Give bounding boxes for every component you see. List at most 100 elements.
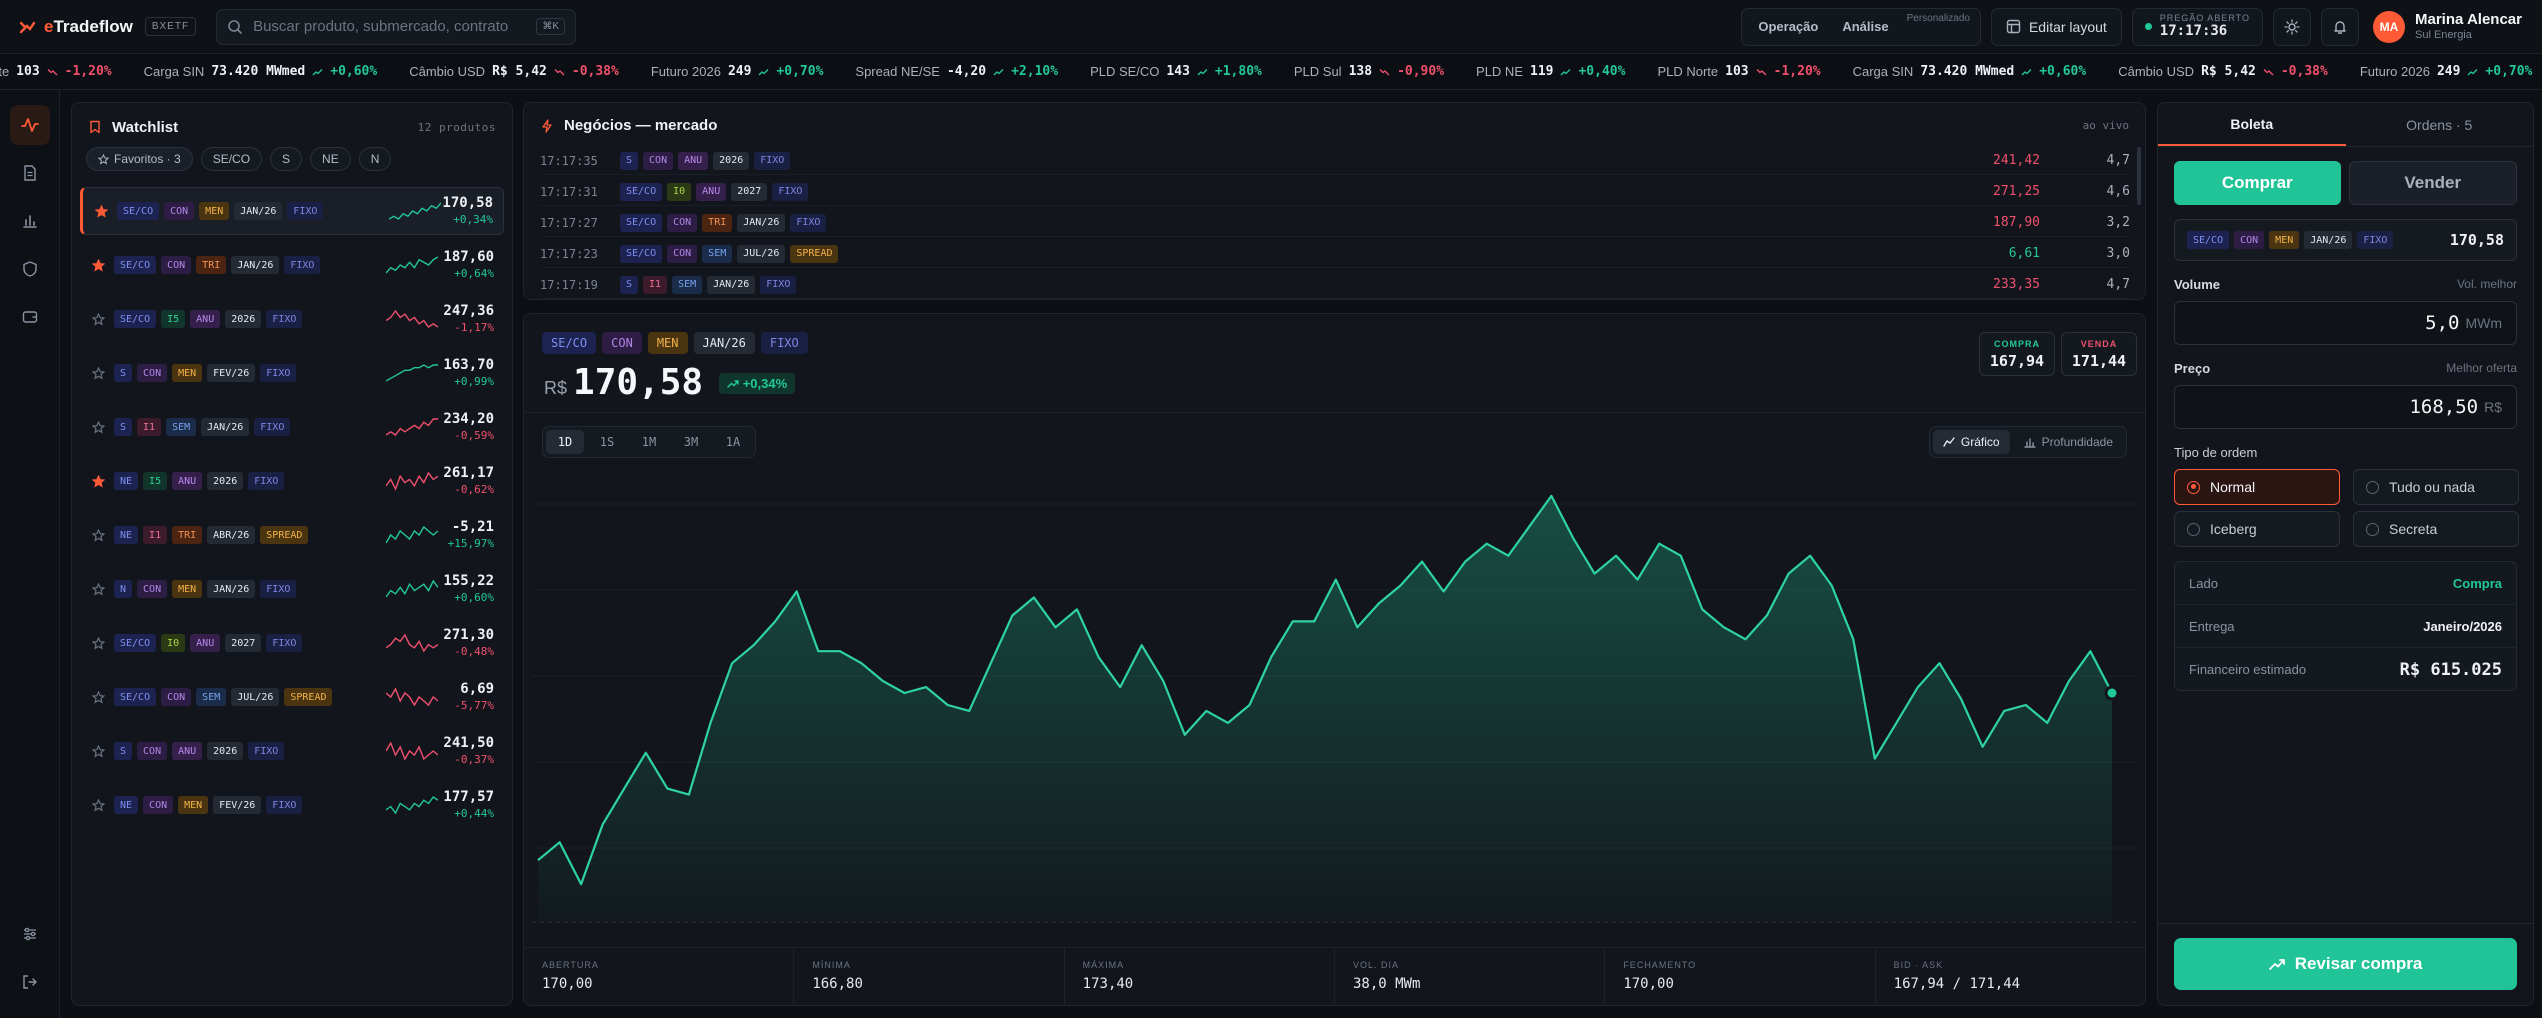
favorite-toggle[interactable]	[92, 474, 106, 488]
price-chart[interactable]	[532, 474, 2138, 934]
watchlist-row[interactable]: N CON MEN JAN/26 FIXO 155,22 +0,60%	[80, 565, 504, 613]
rail-reports[interactable]	[10, 201, 50, 241]
favorite-toggle[interactable]	[92, 528, 106, 542]
review-order-button[interactable]: Revisar compra	[2174, 938, 2517, 990]
favorite-toggle[interactable]	[92, 366, 106, 380]
watchlist-filter[interactable]: NE	[310, 147, 351, 171]
favorite-toggle[interactable]	[92, 744, 106, 758]
watchlist-row[interactable]: SE/CO CON MEN JAN/26 FIXO 170,58 +0,34%	[80, 187, 504, 235]
rail-risk[interactable]	[10, 249, 50, 289]
ticker-item[interactable]: Spread NE/SE -4,20 +2,10%	[855, 64, 1058, 79]
trade-row[interactable]: 17:17:35 S CON ANU 2026 FIXO 241,42 4,7	[540, 147, 2130, 175]
edit-layout-button[interactable]: Editar layout	[1990, 7, 2122, 46]
order-type-secreta[interactable]: Secreta	[2353, 511, 2519, 547]
order-type-iceberg[interactable]: Iceberg	[2174, 511, 2340, 547]
order-type-tudo-ou-nada[interactable]: Tudo ou nada	[2353, 469, 2519, 505]
favorite-toggle[interactable]	[92, 312, 106, 326]
trade-row[interactable]: 17:17:31 SE/CO I0 ANU 2027 FIXO 271,25 4,6	[540, 178, 2130, 206]
tab-boleta[interactable]: Boleta	[2158, 103, 2346, 146]
watchlist-row[interactable]: S I1 SEM JAN/26 FIXO 234,20 -0,59%	[80, 403, 504, 451]
watchlist-filter[interactable]: Favoritos · 3	[86, 147, 193, 171]
theme-toggle-button[interactable]	[2273, 7, 2311, 46]
favorite-toggle[interactable]	[95, 204, 109, 218]
ticker-item[interactable]: rte 103 -1,20%	[0, 64, 112, 79]
buy-quote[interactable]: COMPRA 167,94	[1979, 332, 2055, 376]
watchlist-row[interactable]: SE/CO CON SEM JUL/26 SPREAD 6,69 -5,77%	[80, 673, 504, 721]
ticker-item[interactable]: PLD SE/CO 143 +1,80%	[1090, 64, 1262, 79]
ticket-instrument[interactable]: SE/CO CON MEN JAN/26 FIXO 170,58	[2174, 219, 2517, 261]
watchlist-row[interactable]: SE/CO I0 ANU 2027 FIXO 271,30 -0,48%	[80, 619, 504, 667]
favorite-toggle[interactable]	[92, 420, 106, 434]
trade-row[interactable]: 17:17:19 S I1 SEM JAN/26 FIXO 233,35 4,7	[540, 271, 2130, 299]
watchlist-row[interactable]: NE I1 TRI ABR/26 SPREAD -5,21 +15,97%	[80, 511, 504, 559]
sell-quote[interactable]: VENDA 171,44	[2061, 332, 2137, 376]
watchlist-filter[interactable]: S	[270, 147, 303, 171]
trade-row[interactable]: 17:17:23 SE/CO CON SEM JUL/26 SPREAD 6,61 3,0	[540, 240, 2130, 268]
watchlist-row[interactable]: S CON ANU 2026 FIXO 241,50 -0,37%	[80, 727, 504, 775]
watchlist-filter[interactable]: N	[358, 147, 392, 171]
watchlist-filter-label: N	[370, 152, 380, 166]
watchlist-row[interactable]: NE CON MEN FEV/26 FIXO 177,57 +0,44%	[80, 781, 504, 829]
mode-operacao[interactable]: Operação	[1748, 13, 1828, 41]
ticker-item[interactable]: PLD Sul 138 -0,90%	[1294, 64, 1444, 79]
ticker-item[interactable]: Futuro 2026 249 +0,70%	[651, 64, 824, 79]
range-1m[interactable]: 1M	[630, 430, 668, 454]
watchlist-row[interactable]: S CON MEN FEV/26 FIXO 163,70 +0,99%	[80, 349, 504, 397]
trades-scrollbar[interactable]	[2137, 147, 2141, 205]
ticker-item[interactable]: Câmbio USD R$ 5,42 -0,38%	[409, 64, 619, 79]
range-3m[interactable]: 3M	[672, 430, 710, 454]
price-field[interactable]: R$	[2174, 385, 2517, 429]
rail-logout[interactable]	[10, 962, 50, 1002]
view-depth-button[interactable]: Profundidade	[2014, 430, 2123, 454]
product-quote: 241,50 -0,37%	[443, 735, 494, 766]
watchlist-row[interactable]: NE I5 ANU 2026 FIXO 261,17 -0,62%	[80, 457, 504, 505]
ticker-item[interactable]: Carga SIN 73.420 MWmed +0,60%	[144, 64, 378, 79]
watchlist-filter[interactable]: SE/CO	[200, 147, 263, 171]
tab-ordens[interactable]: Ordens · 5	[2346, 103, 2534, 146]
volume-input[interactable]	[2259, 312, 2460, 334]
mode-analise[interactable]: Análise	[1832, 13, 1898, 41]
rail-settings[interactable]	[10, 914, 50, 954]
price-input[interactable]	[2278, 396, 2479, 418]
user-menu[interactable]: MA Marina Alencar Sul Energia	[2373, 10, 2522, 43]
buy-side-button[interactable]: Comprar	[2174, 161, 2341, 205]
sparkline	[386, 525, 438, 544]
ticker-item[interactable]: Câmbio USD R$ 5,42 -0,38%	[2118, 64, 2328, 79]
search-input[interactable]	[253, 18, 527, 35]
notifications-button[interactable]	[2321, 7, 2359, 46]
order-type-normal[interactable]: Normal	[2174, 469, 2340, 505]
ticker-item[interactable]: PLD NE 119 +0,40%	[1476, 64, 1625, 79]
product-price: 261,17	[443, 465, 494, 482]
stat-cell: MÁXIMA 173,40	[1065, 948, 1335, 1005]
ticker-item[interactable]: Carga SIN 73.420 MWmed +0,60%	[1853, 64, 2087, 79]
brand[interactable]: eTradeflow BXETF	[18, 17, 197, 37]
favorite-toggle[interactable]	[92, 258, 106, 272]
watchlist-count: 12 produtos	[417, 120, 496, 134]
ticker-item[interactable]: PLD Norte 103 -1,20%	[1657, 64, 1820, 79]
volume-field[interactable]: MWm	[2174, 301, 2517, 345]
ticker-name: Câmbio USD	[2118, 64, 2195, 79]
view-chart-button[interactable]: Gráfico	[1932, 430, 2010, 454]
favorite-toggle[interactable]	[92, 582, 106, 596]
favorite-toggle[interactable]	[92, 636, 106, 650]
rail-trading[interactable]	[10, 105, 50, 145]
watchlist-row[interactable]: SE/CO CON TRI JAN/26 FIXO 187,60 +0,64%	[80, 241, 504, 289]
sell-side-button[interactable]: Vender	[2348, 161, 2517, 205]
ticker-item[interactable]: Futuro 2026 249 +0,70%	[2360, 64, 2533, 79]
range-1d[interactable]: 1D	[546, 430, 584, 454]
search-box[interactable]: ⌘K	[216, 8, 577, 45]
price-hint[interactable]: Melhor oferta	[2446, 361, 2517, 376]
range-1a[interactable]: 1A	[714, 430, 752, 454]
rail-documents[interactable]	[10, 153, 50, 193]
favorite-toggle[interactable]	[92, 690, 106, 704]
tag-i0: I0	[667, 182, 692, 201]
tag-i0: I0	[161, 634, 186, 652]
volume-hint[interactable]: Vol. melhor	[2457, 277, 2517, 292]
ticker-name: PLD SE/CO	[1090, 64, 1160, 79]
rail-wallet[interactable]	[10, 297, 50, 337]
trade-row[interactable]: 17:17:27 SE/CO CON TRI JAN/26 FIXO 187,90 3,2	[540, 209, 2130, 237]
watchlist-row[interactable]: SE/CO I5 ANU 2026 FIXO 247,36 -1,17%	[80, 295, 504, 343]
mode-personalizado[interactable]: Personalizado	[1903, 13, 1974, 24]
range-1s[interactable]: 1S	[588, 430, 626, 454]
favorite-toggle[interactable]	[92, 798, 106, 812]
